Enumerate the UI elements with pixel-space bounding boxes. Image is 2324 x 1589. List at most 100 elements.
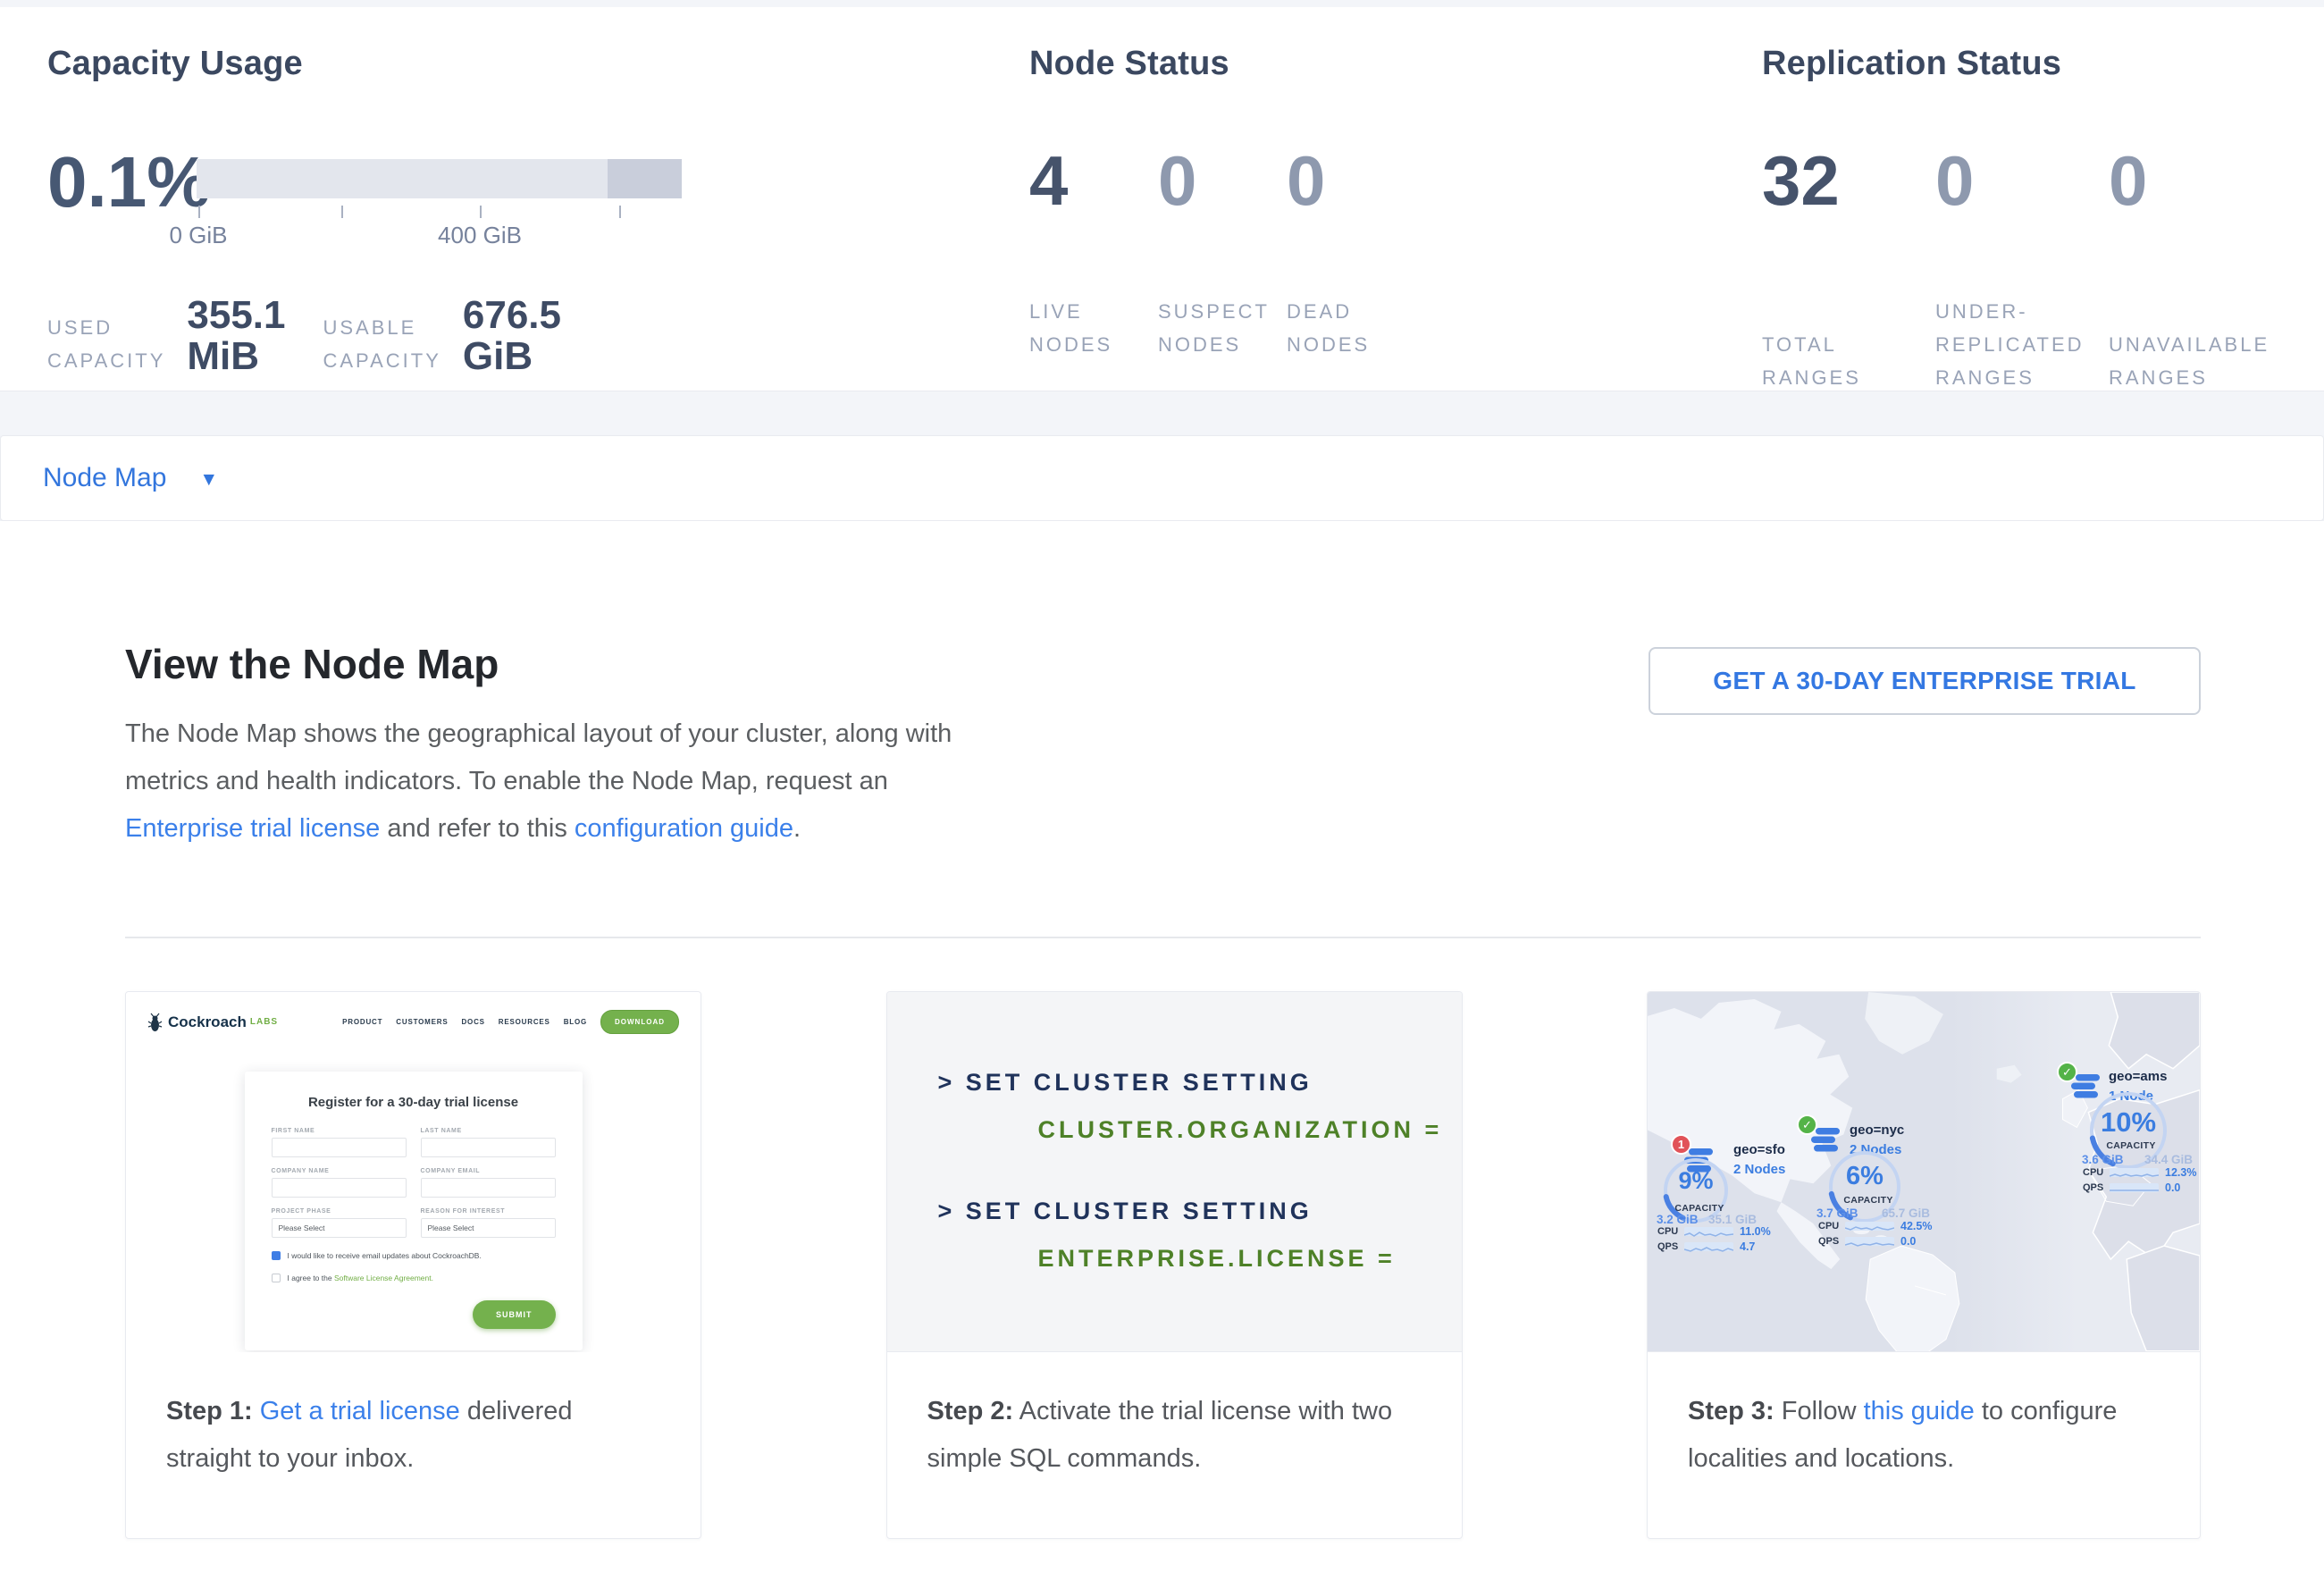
locality-name[interactable]: geo=sfo: [1733, 1142, 1785, 1157]
under-replicated-ranges-label: UNDER- REPLICATED RANGES: [1935, 295, 2109, 394]
sql-line: > SET CLUSTER SETTING: [938, 1198, 1462, 1225]
axis-tick: [619, 206, 621, 218]
trial-license-form: Register for a 30-day trial license FIRS…: [245, 1072, 583, 1350]
form-field: COMPANY NAME: [272, 1168, 407, 1198]
capacity-usage-section: Capacity Usage 0.1% 0 GiB 400 GiB USED C…: [47, 43, 303, 84]
used-capacity-value: 355.1 MiB: [187, 295, 285, 377]
site-nav: PRODUCT CUSTOMERS DOCS RESOURCES BLOG DO…: [342, 1010, 679, 1034]
nav-item: RESOURCES: [499, 1018, 550, 1026]
steps-cards-row: Cockroach LABS PRODUCT CUSTOMERS DOCS RE…: [125, 991, 2201, 1539]
suspect-nodes-count: 0: [1158, 139, 1287, 222]
step1-thumbnail: Cockroach LABS PRODUCT CUSTOMERS DOCS RE…: [126, 992, 701, 1352]
replication-status-section: Replication Status 32 0 0 TOTAL RANGES U…: [1762, 43, 2061, 84]
chevron-down-icon[interactable]: ▼: [199, 466, 218, 491]
qps-metric-row: QPS 0.0: [1818, 1235, 1916, 1248]
cpu-sparkline: [1845, 1222, 1894, 1231]
intro-text: .: [793, 814, 801, 843]
node-map-dropdown[interactable]: Node Map: [43, 463, 166, 493]
live-nodes-label: LIVE NODES: [1029, 295, 1158, 361]
capacity-bar: 0 GiB 400 GiB: [197, 159, 682, 223]
nav-item: BLOG: [564, 1018, 587, 1026]
used-capacity: 3.6 GiB: [2082, 1153, 2124, 1166]
step3-node-map-thumbnail: 1 geo=sfo 2 Nodes 9%: [1648, 992, 2200, 1352]
cockroach-labs-logo: Cockroach LABS: [147, 1013, 278, 1032]
dead-nodes-count: 0: [1287, 139, 1415, 222]
node-status-section: Node Status 4 0 0 LIVE NODES SUSPECT NOD…: [1029, 43, 1229, 84]
total-ranges-count: 32: [1762, 139, 1935, 222]
checkbox-empty-icon: [272, 1274, 281, 1282]
form-field: COMPANY EMAIL: [421, 1168, 556, 1198]
cpu-sparkline: [2110, 1168, 2159, 1177]
form-select: PROJECT PHASE Please Select: [272, 1208, 407, 1238]
qps-metric-row: QPS 0.0: [2083, 1181, 2180, 1194]
divider: [125, 937, 2201, 938]
this-guide-link[interactable]: this guide: [1864, 1397, 1975, 1425]
qps-metric-row: QPS 4.7: [1657, 1240, 1755, 1253]
step1-card: Cockroach LABS PRODUCT CUSTOMERS DOCS RE…: [125, 991, 701, 1539]
total-ranges-label: TOTAL RANGES: [1762, 328, 1935, 394]
locality-node-count[interactable]: 2 Nodes: [1733, 1162, 1785, 1177]
nav-item: CUSTOMERS: [396, 1018, 448, 1026]
qps-sparkline: [2110, 1183, 2159, 1192]
nav-item: DOCS: [461, 1018, 484, 1026]
step2-caption: Step 2: Activate the trial license with …: [887, 1352, 1462, 1483]
capacity-bar-reserved-segment: [608, 159, 682, 198]
total-capacity: 34.4 GiB: [2144, 1153, 2193, 1166]
under-replicated-ranges-count: 0: [1935, 139, 2109, 222]
suspect-nodes-label: SUSPECT NODES: [1158, 295, 1287, 361]
sql-line: ENTERPRISE.LICENSE =: [1038, 1245, 1462, 1273]
unavailable-ranges-count: 0: [2109, 139, 2282, 222]
axis-tick-label: 0 GiB: [169, 222, 227, 249]
step1-caption: Step 1: Get a trial license delivered st…: [126, 1352, 701, 1483]
total-capacity: 65.7 GiB: [1882, 1206, 1930, 1220]
step3-caption: Step 3: Follow this guide to configure l…: [1648, 1352, 2200, 1483]
axis-tick: [341, 206, 343, 218]
step3-card: 1 geo=sfo 2 Nodes 9%: [1647, 991, 2201, 1539]
checkbox-checked-icon: [272, 1251, 281, 1260]
cpu-metric-row: CPU 11.0%: [1657, 1225, 1771, 1238]
enterprise-trial-license-link[interactable]: Enterprise trial license: [125, 814, 380, 843]
brand-name: Cockroach: [168, 1013, 247, 1031]
live-nodes-count: 4: [1029, 139, 1158, 222]
nav-item: PRODUCT: [342, 1018, 382, 1026]
cpu-metric-row: CPU 12.3%: [2083, 1166, 2196, 1179]
usable-capacity-label: USABLE CAPACITY: [323, 311, 441, 377]
unavailable-ranges-label: UNAVAILABLE RANGES: [2109, 328, 2282, 394]
capacity-gauge-label: CAPACITY: [1825, 1195, 1911, 1206]
download-button: DOWNLOAD: [600, 1010, 679, 1034]
axis-tick-label: 400 GiB: [438, 222, 522, 249]
capacity-bar-track: [197, 159, 682, 198]
form-select: REASON FOR INTEREST Please Select: [421, 1208, 556, 1238]
node-map-promo-panel: View the Node Map The Node Map shows the…: [0, 521, 2324, 1589]
locality-name[interactable]: geo=ams: [2109, 1069, 2167, 1084]
form-title: Register for a 30-day trial license: [272, 1095, 556, 1110]
page-title: View the Node Map: [125, 640, 499, 688]
cpu-sparkline: [1684, 1227, 1733, 1236]
used-capacity: 3.7 GiB: [1816, 1206, 1858, 1220]
step2-sql-snippet: > SET CLUSTER SETTING CLUSTER.ORGANIZATI…: [887, 992, 1462, 1352]
intro-paragraph: The Node Map shows the geographical layo…: [125, 710, 974, 853]
node-status-title: Node Status: [1029, 43, 1229, 84]
qps-sparkline: [1845, 1237, 1894, 1246]
cpu-metric-row: CPU 42.5%: [1818, 1220, 1932, 1232]
get-trial-license-link[interactable]: Get a trial license: [260, 1397, 460, 1425]
get-enterprise-trial-button[interactable]: GET A 30-DAY ENTERPRISE TRIAL: [1649, 647, 2201, 715]
brand-suffix: LABS: [250, 1017, 278, 1027]
dead-nodes-label: DEAD NODES: [1287, 295, 1415, 361]
email-updates-checkbox-row: I would like to receive email updates ab…: [272, 1251, 556, 1260]
qps-sparkline: [1684, 1242, 1733, 1251]
total-capacity: 35.1 GiB: [1708, 1213, 1757, 1226]
license-agreement-checkbox-row: I agree to the Software License Agreemen…: [272, 1274, 556, 1282]
configuration-guide-link[interactable]: configuration guide: [575, 814, 793, 843]
intro-text: and refer to this: [380, 814, 575, 843]
capacity-gauge-label: CAPACITY: [2086, 1140, 2176, 1151]
cockroach-bug-icon: [147, 1013, 163, 1032]
capacity-usage-title: Capacity Usage: [47, 43, 303, 84]
locality-name[interactable]: geo=nyc: [1850, 1122, 1904, 1138]
axis-tick: [198, 206, 200, 218]
form-field: LAST NAME: [421, 1128, 556, 1157]
page-background-strip: [0, 0, 2324, 7]
form-field: FIRST NAME: [272, 1128, 407, 1157]
submit-button: SUBMIT: [473, 1300, 556, 1329]
used-capacity: 3.2 GiB: [1657, 1213, 1699, 1226]
